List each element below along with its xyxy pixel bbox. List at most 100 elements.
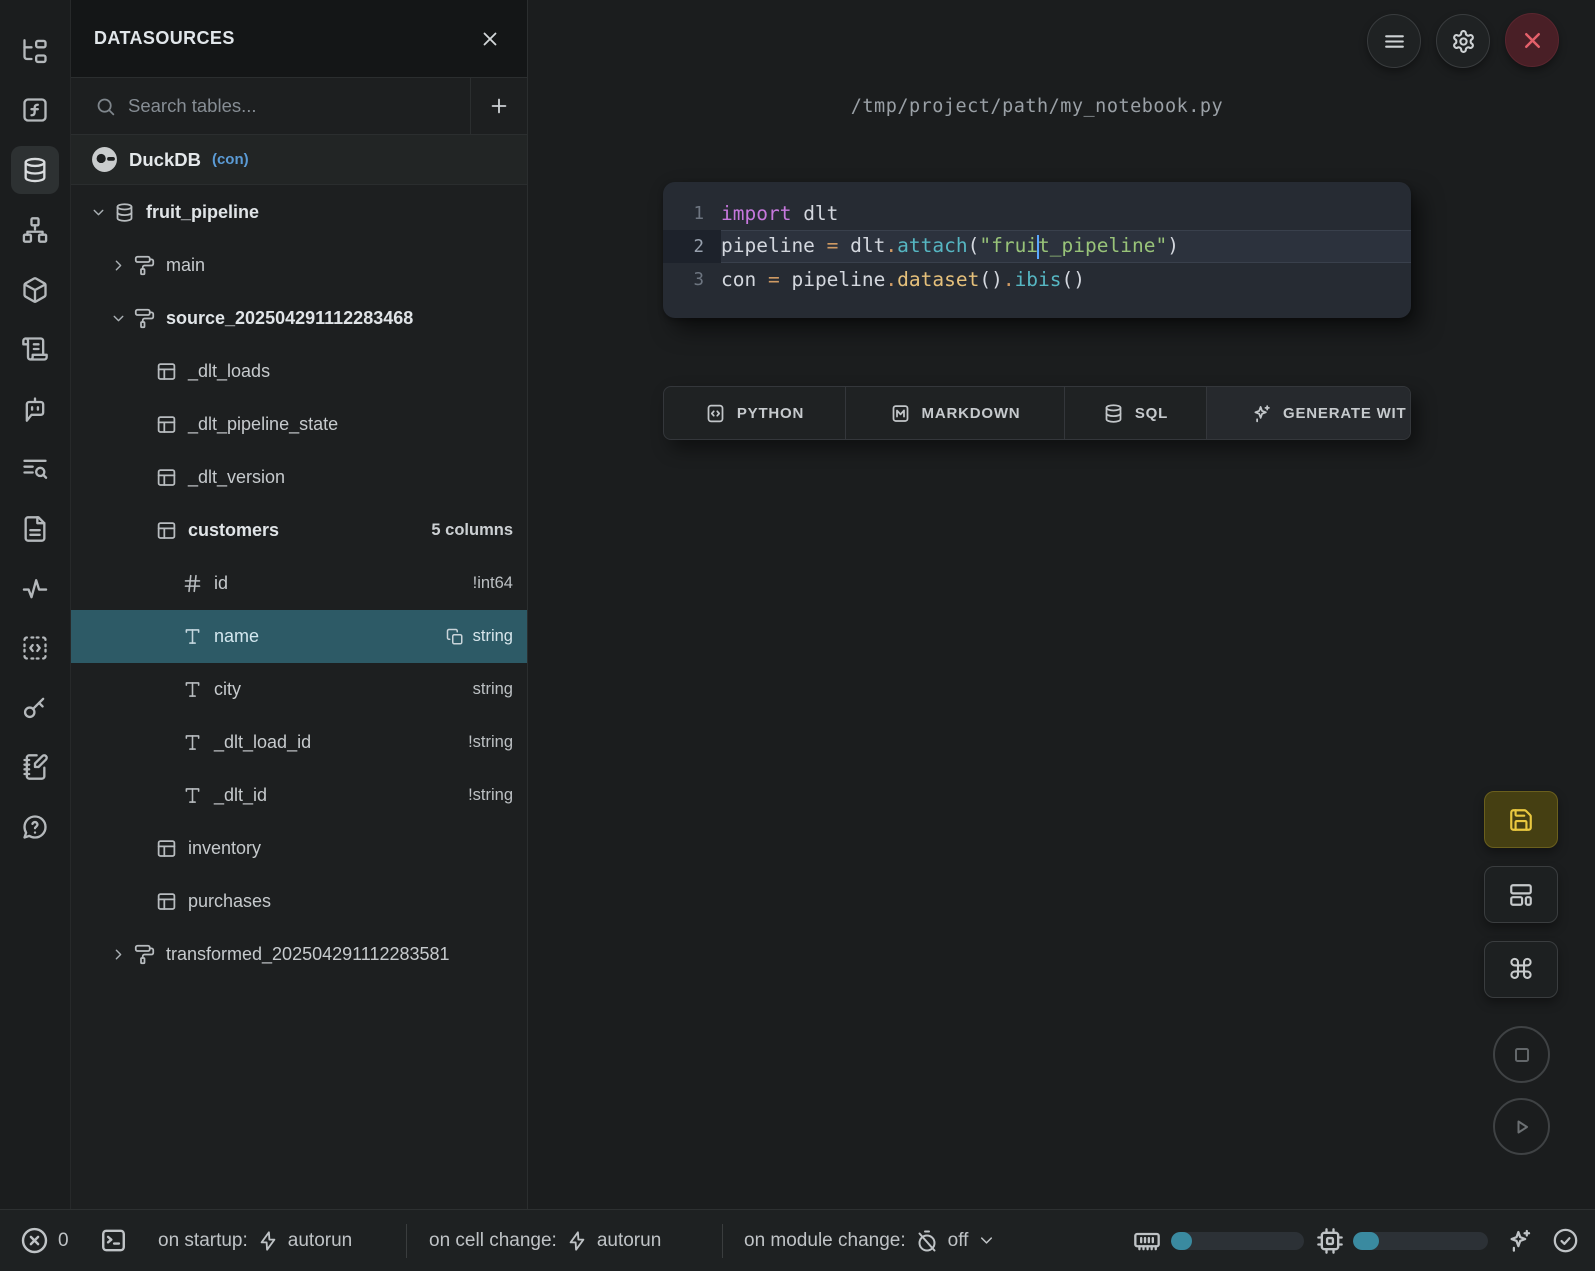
command-icon: ⌘ xyxy=(1507,956,1535,984)
tree-node-schema[interactable]: main xyxy=(71,239,527,292)
run-button[interactable] xyxy=(1493,1098,1550,1155)
tree-node-table[interactable]: purchases xyxy=(71,875,527,928)
cpu-meter xyxy=(1316,1210,1344,1271)
text-type-icon xyxy=(182,732,203,753)
table-icon xyxy=(156,467,177,488)
divider xyxy=(722,1224,723,1258)
column-type: !string xyxy=(468,733,513,752)
help-icon[interactable] xyxy=(11,803,59,851)
function-square-icon[interactable] xyxy=(11,86,59,134)
ai-assistant-button[interactable] xyxy=(1506,1210,1533,1271)
stop-icon xyxy=(1510,1043,1534,1067)
play-icon xyxy=(1510,1115,1534,1139)
chevron-down-icon[interactable] xyxy=(110,310,127,327)
notebook-filename: /tmp/project/path/my_notebook.py xyxy=(663,96,1411,117)
file-tree-icon[interactable] xyxy=(11,28,59,76)
setting-value: autorun xyxy=(597,1230,661,1252)
add-sql-cell-button[interactable]: SQL xyxy=(1064,387,1206,439)
tree-node-column[interactable]: city string xyxy=(71,663,527,716)
code-cell[interactable]: 1 import dlt 2 pipeline = dlt.attach("fr… xyxy=(663,182,1411,318)
gear-icon xyxy=(1451,29,1476,54)
stop-button[interactable] xyxy=(1493,1026,1550,1083)
chevron-down-icon[interactable] xyxy=(90,204,107,221)
sparkles-icon xyxy=(1506,1227,1533,1254)
tree-label: id xyxy=(214,573,228,594)
database-icon xyxy=(114,202,135,223)
save-button[interactable] xyxy=(1484,791,1558,848)
tree-node-column[interactable]: _dlt_id !string xyxy=(71,769,527,822)
column-count: 5 columns xyxy=(431,521,513,540)
snippets-icon[interactable] xyxy=(11,505,59,553)
chevron-right-icon[interactable] xyxy=(110,946,127,963)
layout-toggle-button[interactable] xyxy=(1484,866,1558,923)
errors-indicator[interactable]: 0 xyxy=(20,1210,69,1271)
tree-node-column[interactable]: id !int64 xyxy=(71,557,527,610)
tree-node-table[interactable]: inventory xyxy=(71,822,527,875)
table-icon xyxy=(156,414,177,435)
terminal-button[interactable] xyxy=(99,1210,128,1271)
code-line-2-active[interactable]: 2 pipeline = dlt.attach("fruit_pipeline"… xyxy=(663,230,1411,263)
line-number: 3 xyxy=(663,263,721,296)
ai-chat-icon[interactable] xyxy=(11,385,59,433)
tree-node-database[interactable]: fruit_pipeline xyxy=(71,186,527,239)
dependency-graph-icon[interactable] xyxy=(11,206,59,254)
command-palette-button[interactable]: ⌘ xyxy=(1484,941,1558,998)
tree-node-schema[interactable]: source_202504291112283468 xyxy=(71,292,527,345)
tree-node-column-selected[interactable]: name string xyxy=(71,610,527,663)
datasources-icon[interactable] xyxy=(11,146,59,194)
log-search-icon[interactable] xyxy=(11,445,59,493)
scroll-log-icon[interactable] xyxy=(11,325,59,373)
search-icon xyxy=(95,96,116,117)
tree-node-table[interactable]: _dlt_version xyxy=(71,451,527,504)
search-input[interactable] xyxy=(128,95,470,117)
connection-row[interactable]: DuckDB (con) xyxy=(71,135,527,185)
line-number: 2 xyxy=(663,230,721,263)
sparkles-icon xyxy=(1251,403,1272,424)
connection-status-indicator[interactable] xyxy=(1552,1210,1579,1271)
menu-button[interactable] xyxy=(1367,14,1421,68)
code-line-1[interactable]: 1 import dlt xyxy=(663,197,1411,230)
tree-node-table[interactable]: customers 5 columns xyxy=(71,504,527,557)
tree-node-table[interactable]: _dlt_loads xyxy=(71,345,527,398)
memory-icon xyxy=(1133,1227,1161,1255)
add-datasource-button[interactable] xyxy=(471,95,527,117)
add-cell-button-group: PYTHON MARKDOWN SQL GENERATE WIT xyxy=(663,386,1411,440)
ram-meter xyxy=(1133,1210,1161,1271)
secrets-key-icon[interactable] xyxy=(11,683,59,731)
panel-header: DATASOURCES xyxy=(71,0,527,78)
schema-icon xyxy=(134,255,155,276)
terminal-icon xyxy=(99,1226,128,1255)
button-label: PYTHON xyxy=(737,405,804,422)
tracing-icon[interactable] xyxy=(11,565,59,613)
error-count: 0 xyxy=(58,1230,69,1252)
close-app-button[interactable] xyxy=(1505,13,1559,67)
code-line-3[interactable]: 3 con = pipeline.dataset().ibis() xyxy=(663,263,1411,296)
datasources-panel: DATASOURCES DuckDB (con) fruit_pipeline … xyxy=(71,0,528,1209)
tree-label: name xyxy=(214,626,259,647)
button-label: MARKDOWN xyxy=(922,405,1021,422)
package-icon[interactable] xyxy=(11,266,59,314)
documentation-icon[interactable] xyxy=(11,743,59,791)
tree-node-column[interactable]: _dlt_load_id !string xyxy=(71,716,527,769)
line-number: 1 xyxy=(663,197,721,230)
on-startup-setting[interactable]: on startup: autorun xyxy=(158,1210,352,1271)
copy-icon[interactable] xyxy=(446,628,464,646)
add-python-cell-button[interactable]: PYTHON xyxy=(664,387,845,439)
on-cell-change-setting[interactable]: on cell change: autorun xyxy=(429,1210,661,1271)
tree-node-schema[interactable]: transformed_202504291112283581 xyxy=(71,928,527,981)
on-module-change-setting[interactable]: on module change: off xyxy=(744,1210,996,1271)
scratchpad-icon[interactable] xyxy=(11,624,59,672)
plus-icon xyxy=(488,95,510,117)
table-icon xyxy=(156,361,177,382)
column-type: !string xyxy=(468,786,513,805)
add-markdown-cell-button[interactable]: MARKDOWN xyxy=(845,387,1064,439)
settings-button[interactable] xyxy=(1436,14,1490,68)
circle-x-icon xyxy=(20,1226,49,1255)
chevron-right-icon[interactable] xyxy=(110,257,127,274)
tree-node-table[interactable]: _dlt_pipeline_state xyxy=(71,398,527,451)
number-type-icon xyxy=(182,573,203,594)
zap-icon xyxy=(566,1230,588,1252)
panel-close-icon[interactable] xyxy=(479,28,501,50)
generate-with-ai-button[interactable]: GENERATE WIT xyxy=(1206,387,1410,439)
column-type: !int64 xyxy=(473,574,513,593)
